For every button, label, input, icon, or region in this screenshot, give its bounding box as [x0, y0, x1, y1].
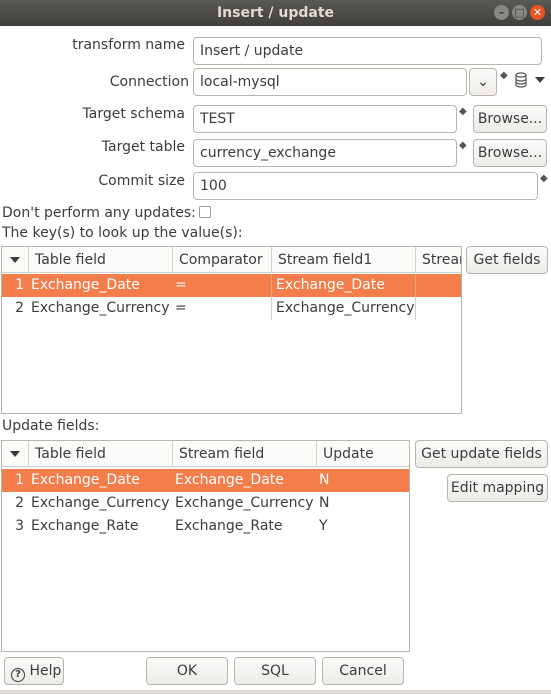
commit-size-input[interactable]: 100	[193, 172, 538, 200]
maximize-icon[interactable]: □	[512, 5, 527, 20]
connection-select[interactable]: local-mysql	[193, 68, 467, 96]
cell-table-field[interactable]: Exchange_Date	[27, 274, 171, 297]
transform-name-input[interactable]: Insert / update	[193, 37, 542, 65]
keys-table[interactable]: Table field Comparator Stream field1 Str…	[1, 246, 462, 414]
keys-col-stream-field1[interactable]: Stream field1	[272, 247, 416, 273]
table-row[interactable]: 2 Exchange_Currency = Exchange_Currency	[2, 297, 461, 320]
keys-sort-column[interactable]	[2, 247, 29, 273]
table-row[interactable]: 3 Exchange_Rate Exchange_Rate Y	[2, 515, 409, 538]
row-index: 1	[15, 277, 24, 293]
database-icon[interactable]	[515, 72, 527, 88]
target-schema-input[interactable]: TEST	[193, 105, 457, 133]
commit-size-label: Commit size	[98, 173, 185, 189]
cell-update[interactable]: N	[315, 492, 409, 515]
cell-stream-field2[interactable]	[416, 274, 461, 297]
cell-table-field[interactable]: Exchange_Currency	[27, 492, 171, 515]
schema-browse-button[interactable]: Browse...	[473, 105, 547, 133]
cell-table-field[interactable]: Exchange_Date	[27, 469, 171, 492]
row-index: 1	[15, 472, 24, 488]
cell-table-field[interactable]: Exchange_Rate	[27, 515, 171, 538]
cell-stream-field[interactable]: Exchange_Date	[171, 469, 315, 492]
transform-name-label: transform name	[72, 37, 185, 53]
ok-button[interactable]: OK	[146, 657, 228, 685]
table-row[interactable]: 1 Exchange_Date = Exchange_Date	[2, 274, 461, 297]
no-updates-label: Don't perform any updates:	[2, 205, 196, 221]
cell-stream-field1[interactable]: Exchange_Date	[272, 274, 416, 297]
edit-mapping-button[interactable]: Edit mapping	[447, 474, 548, 502]
row-index: 2	[15, 300, 24, 316]
connection-label: Connection	[109, 74, 189, 90]
row-index: 2	[15, 495, 24, 511]
target-table-label: Target table	[101, 139, 185, 155]
table-browse-button[interactable]: Browse...	[473, 139, 547, 167]
cell-stream-field[interactable]: Exchange_Rate	[171, 515, 315, 538]
cell-table-field[interactable]: Exchange_Currency	[27, 297, 171, 320]
schema-variable-diamond-icon: ◆	[459, 106, 467, 117]
connection-dropdown-button[interactable]: ⌄	[469, 68, 497, 96]
update-section-label: Update fields:	[2, 418, 100, 434]
cell-stream-field[interactable]: Exchange_Currency	[171, 492, 315, 515]
help-label: Help	[29, 663, 62, 679]
cell-comparator[interactable]: =	[171, 274, 270, 297]
no-updates-checkbox[interactable]	[199, 206, 211, 218]
variable-diamond-icon: ◆	[500, 70, 508, 81]
keys-table-header: Table field Comparator Stream field1 Str…	[2, 247, 461, 273]
cancel-button[interactable]: Cancel	[322, 657, 404, 685]
table-row[interactable]: 1 Exchange_Date Exchange_Date N	[2, 469, 409, 492]
minimize-icon[interactable]: –	[494, 5, 509, 20]
target-table-input[interactable]: currency_exchange	[193, 139, 457, 167]
keys-col-stream-field2[interactable]: Stream	[416, 247, 461, 273]
update-col-table-field[interactable]: Table field	[29, 441, 173, 467]
keys-col-table-field[interactable]: Table field	[29, 247, 173, 273]
keys-col-comparator[interactable]: Comparator	[173, 247, 272, 273]
update-table[interactable]: Table field Stream field Update 1 Exchan…	[1, 440, 410, 652]
help-icon: ?	[11, 668, 25, 682]
window-titlebar: Insert / update – □ ✕	[0, 0, 551, 26]
row-index: 3	[15, 518, 24, 534]
keys-section-label: The key(s) to look up the value(s):	[2, 225, 243, 241]
update-table-header: Table field Stream field Update	[2, 441, 409, 467]
close-icon[interactable]: ✕	[530, 5, 545, 20]
cell-comparator[interactable]: =	[171, 297, 270, 320]
sort-down-icon	[10, 257, 20, 263]
update-sort-column[interactable]	[2, 441, 29, 467]
cell-update[interactable]: Y	[315, 515, 409, 538]
table-row[interactable]: 2 Exchange_Currency Exchange_Currency N	[2, 492, 409, 515]
get-update-fields-button[interactable]: Get update fields	[415, 440, 548, 468]
window-bottom-edge	[0, 690, 551, 694]
commit-variable-diamond-icon: ◆	[540, 173, 548, 184]
sort-down-icon	[10, 451, 20, 457]
cell-stream-field2[interactable]	[416, 297, 461, 320]
cell-stream-field1[interactable]: Exchange_Currency	[272, 297, 416, 320]
get-fields-button[interactable]: Get fields	[466, 246, 548, 274]
help-button[interactable]: ? Help	[4, 657, 64, 685]
cell-update[interactable]: N	[315, 469, 409, 492]
target-schema-label: Target schema	[82, 106, 185, 122]
update-col-stream-field[interactable]: Stream field	[173, 441, 317, 467]
database-menu-arrow-icon[interactable]	[535, 77, 545, 83]
sql-button[interactable]: SQL	[234, 657, 316, 685]
window-title: Insert / update	[216, 5, 335, 21]
table-variable-diamond-icon: ◆	[459, 140, 467, 151]
chevron-down-icon: ⌄	[477, 74, 489, 90]
update-col-update[interactable]: Update	[317, 441, 409, 467]
